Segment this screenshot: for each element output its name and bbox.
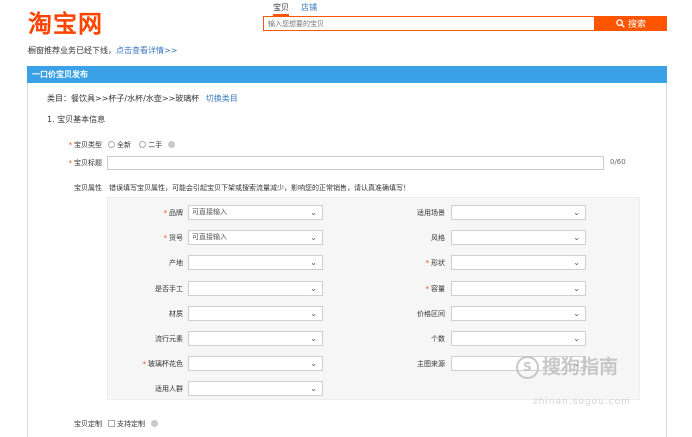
title-counter: 0/60 bbox=[610, 158, 626, 166]
item-type-label: * 宝贝类型 bbox=[55, 140, 103, 150]
material-select[interactable]: ⌄ bbox=[188, 306, 323, 321]
attr-label-origin: 产地 bbox=[169, 259, 183, 267]
section-title: 一口价宝贝发布 bbox=[27, 66, 667, 83]
attr-label-brand: * 品牌 bbox=[110, 208, 184, 218]
item-title-input[interactable] bbox=[107, 156, 604, 170]
attr-label-text: 品牌 bbox=[169, 209, 183, 217]
chevron-down-icon: ⌄ bbox=[310, 208, 317, 217]
item-title-label-text: 宝贝标题 bbox=[74, 159, 102, 167]
attr-label-text: 货号 bbox=[169, 234, 183, 242]
chevron-down-icon: ⌄ bbox=[310, 309, 317, 318]
shape-select[interactable]: ⌄ bbox=[451, 255, 586, 270]
quantity-select[interactable]: ⌄ bbox=[451, 331, 586, 346]
category-label: 类目： bbox=[47, 94, 71, 103]
handmade-select[interactable]: ⌄ bbox=[188, 281, 323, 296]
chevron-down-icon: ⌄ bbox=[310, 233, 317, 242]
attr-label-text: 玻璃杯花色 bbox=[148, 360, 183, 368]
radio-new[interactable] bbox=[108, 141, 115, 148]
chevron-down-icon: ⌄ bbox=[310, 258, 317, 267]
attr-label-shape: * 形状 bbox=[372, 258, 446, 268]
item-type-options: 全新 二手 bbox=[108, 140, 176, 150]
switch-category-link[interactable]: 切换类目 bbox=[206, 94, 238, 103]
chevron-down-icon: ⌄ bbox=[573, 208, 580, 217]
required-mark: * bbox=[68, 141, 73, 149]
attr-label-item-number: * 货号 bbox=[110, 233, 184, 243]
taobao-logo[interactable]: 淘宝网 bbox=[28, 4, 103, 39]
audience-select[interactable]: ⌄ bbox=[188, 381, 323, 396]
notice-link[interactable]: 点击查看详情>> bbox=[116, 46, 177, 55]
style-select[interactable]: ⌄ bbox=[451, 230, 586, 245]
required-mark: * bbox=[425, 285, 430, 293]
chevron-down-icon: ⌄ bbox=[310, 384, 317, 393]
chevron-down-icon: ⌄ bbox=[573, 284, 580, 293]
trend-select[interactable]: ⌄ bbox=[188, 331, 323, 346]
item-attrs-label: 宝贝属性 bbox=[74, 184, 102, 192]
attr-label-quantity: 个数 bbox=[431, 335, 445, 343]
basic-info-heading: 1. 宝贝基本信息 bbox=[47, 115, 106, 124]
search-button[interactable]: 搜索 bbox=[595, 16, 667, 31]
select-value: 可直接输入 bbox=[192, 208, 227, 216]
attr-label-audience: 适用人群 bbox=[155, 385, 183, 393]
custom-checkbox[interactable] bbox=[108, 420, 115, 427]
origin-select[interactable]: ⌄ bbox=[188, 255, 323, 270]
watermark-url: zhinan.sogou.com bbox=[533, 397, 631, 407]
attr-hint: 错误填写宝贝属性，可能会引起宝贝下架或搜索流量减少，影响您的正常销售，请认真准确… bbox=[109, 184, 410, 192]
custom-checkbox-label[interactable]: 支持定制 bbox=[117, 420, 145, 428]
radio-used-label[interactable]: 二手 bbox=[148, 141, 162, 149]
item-title-label: * 宝贝标题 bbox=[55, 158, 103, 168]
search-button-label: 搜索 bbox=[627, 20, 646, 30]
attr-label-price-range: 价格区间 bbox=[417, 310, 445, 318]
attr-label-text: 形状 bbox=[431, 259, 445, 267]
help-icon[interactable] bbox=[168, 141, 176, 148]
custom-label: 宝贝定制 bbox=[74, 420, 102, 428]
tab-item[interactable]: 宝贝 bbox=[273, 2, 289, 16]
required-mark: * bbox=[68, 159, 73, 167]
category-value: 餐饮具>>杯子/水杯/水壶>>玻璃杯 bbox=[71, 94, 200, 103]
custom-option: 支持定制 bbox=[108, 419, 159, 429]
search-icon bbox=[616, 19, 625, 28]
notice: 橱窗推荐业务已经下线，点击查看详情>> bbox=[28, 45, 177, 56]
capacity-select[interactable]: ⌄ bbox=[451, 281, 586, 296]
tab-shop[interactable]: 店铺 bbox=[301, 2, 317, 13]
chevron-down-icon: ⌄ bbox=[573, 233, 580, 242]
attr-label-capacity: * 容量 bbox=[372, 284, 446, 294]
radio-new-label[interactable]: 全新 bbox=[117, 141, 131, 149]
chevron-down-icon: ⌄ bbox=[573, 309, 580, 318]
chevron-down-icon: ⌄ bbox=[310, 284, 317, 293]
chevron-down-icon: ⌄ bbox=[310, 334, 317, 343]
scene-select[interactable]: ⌄ bbox=[451, 205, 586, 220]
select-value: 可直接输入 bbox=[192, 233, 227, 241]
required-mark: * bbox=[425, 259, 430, 267]
sogou-icon: S bbox=[516, 356, 539, 379]
watermark: S 搜狗指南 bbox=[516, 352, 618, 379]
attr-label-text: 容量 bbox=[431, 285, 445, 293]
attr-label-material: 材质 bbox=[169, 310, 183, 318]
chevron-down-icon: ⌄ bbox=[310, 359, 317, 368]
attr-label-trend: 流行元素 bbox=[155, 335, 183, 343]
required-mark: * bbox=[142, 360, 147, 368]
required-mark: * bbox=[163, 234, 168, 242]
attr-label-pattern: * 玻璃杯花色 bbox=[110, 359, 184, 369]
help-icon[interactable] bbox=[151, 420, 159, 427]
price-range-select[interactable]: ⌄ bbox=[451, 306, 586, 321]
chevron-down-icon: ⌄ bbox=[573, 334, 580, 343]
search-input[interactable] bbox=[264, 17, 592, 30]
brand-select[interactable]: 可直接输入 ⌄ bbox=[188, 205, 323, 220]
attr-label-style: 风格 bbox=[431, 234, 445, 242]
pattern-select[interactable]: ⌄ bbox=[188, 356, 323, 371]
item-number-select[interactable]: 可直接输入 ⌄ bbox=[188, 230, 323, 245]
chevron-down-icon: ⌄ bbox=[573, 258, 580, 267]
attr-label-image-source: 主图来源 bbox=[417, 360, 445, 368]
attr-label-scene: 适用场景 bbox=[417, 209, 445, 217]
required-mark: * bbox=[163, 209, 168, 217]
search-box[interactable] bbox=[263, 16, 595, 31]
notice-text: 橱窗推荐业务已经下线， bbox=[28, 46, 116, 55]
watermark-text: 搜狗指南 bbox=[542, 356, 619, 378]
category-path: 类目：餐饮具>>杯子/水杯/水壶>>玻璃杯 切换类目 bbox=[47, 93, 238, 104]
item-type-label-text: 宝贝类型 bbox=[74, 141, 102, 149]
radio-used[interactable] bbox=[139, 141, 147, 148]
attr-label-handmade: 是否手工 bbox=[155, 285, 183, 293]
